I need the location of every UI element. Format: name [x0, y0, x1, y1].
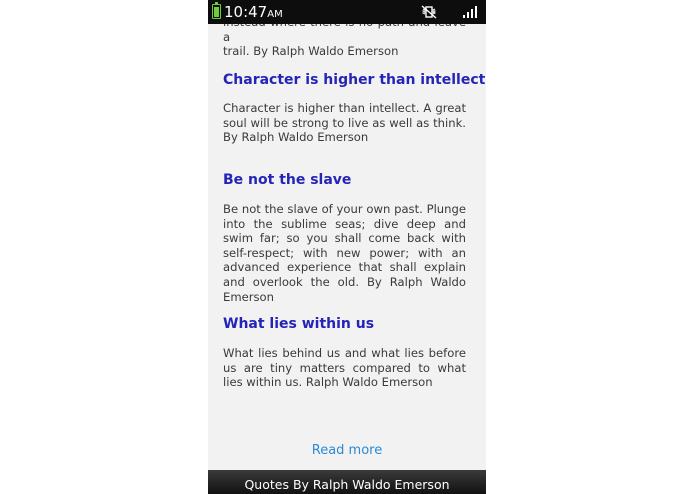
signal-strength-icon — [463, 6, 477, 18]
quote-text: Character is higher than intellect. A gr… — [223, 101, 466, 145]
vibrate-mute-icon — [421, 5, 437, 19]
footer-bar: Quotes By Ralph Waldo Emerson — [208, 470, 486, 494]
footer-title: Quotes By Ralph Waldo Emerson — [244, 477, 450, 492]
status-time: 10:47AM — [224, 3, 283, 24]
status-time-ampm: AM — [267, 9, 283, 20]
status-time-value: 10:47 — [224, 3, 268, 21]
quote-text: What lies behind us and what lies before… — [223, 346, 466, 390]
quote-title: Be not the slave — [223, 172, 352, 188]
quote-text: Be not the slave of your own past. Plung… — [223, 202, 466, 304]
status-bar: 10:47AM — [208, 0, 486, 24]
read-more-link[interactable]: Read more — [208, 442, 486, 460]
partial-quote-line-2: trail. By Ralph Waldo Emerson — [223, 44, 399, 59]
quote-title: What lies within us — [223, 316, 375, 332]
phone-screen: instead where there is no path and leave… — [208, 0, 486, 494]
quote-title: Character is higher than intellect — [223, 72, 486, 88]
battery-icon — [212, 2, 221, 19]
